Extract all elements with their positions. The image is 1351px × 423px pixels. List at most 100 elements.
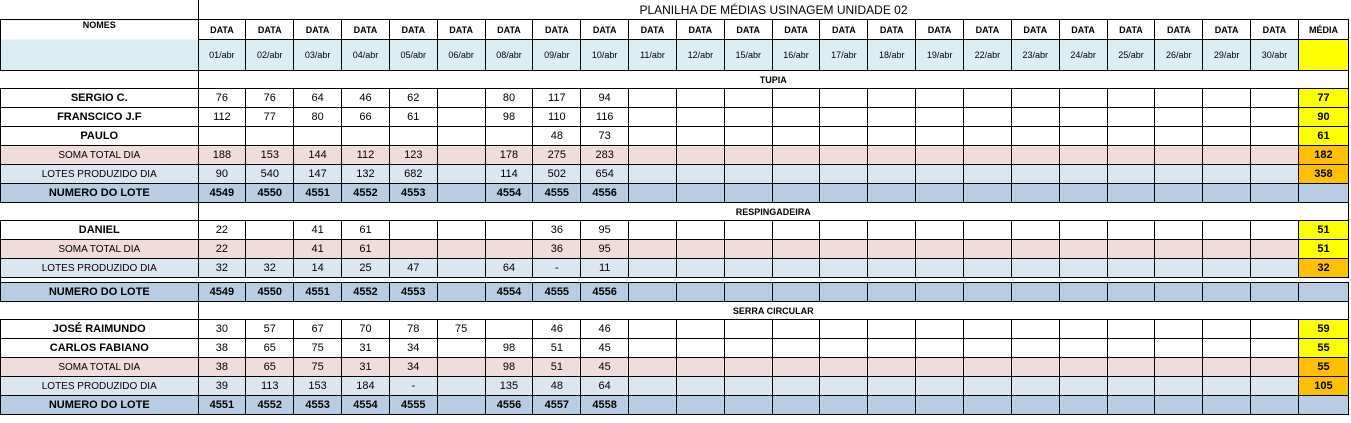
value-cell[interactable] bbox=[1106, 126, 1156, 146]
value-cell[interactable]: 95 bbox=[580, 220, 630, 240]
value-cell[interactable] bbox=[819, 126, 869, 146]
value-cell[interactable]: 132 bbox=[341, 164, 390, 184]
value-cell[interactable] bbox=[867, 107, 917, 127]
column-header-data[interactable]: DATA bbox=[915, 19, 964, 40]
column-header-data[interactable]: DATA bbox=[963, 19, 1012, 40]
value-cell[interactable]: 34 bbox=[388, 357, 438, 377]
value-cell[interactable] bbox=[436, 395, 486, 415]
value-cell[interactable] bbox=[963, 164, 1012, 184]
value-cell[interactable]: 98 bbox=[484, 107, 534, 127]
value-cell[interactable] bbox=[963, 239, 1012, 259]
value-cell[interactable]: 57 bbox=[245, 319, 295, 339]
value-cell[interactable] bbox=[1058, 126, 1108, 146]
value-cell[interactable]: 31 bbox=[341, 357, 390, 377]
value-cell[interactable]: 4554 bbox=[341, 395, 390, 415]
value-cell[interactable]: 4555 bbox=[532, 282, 582, 302]
value-cell[interactable]: 540 bbox=[245, 164, 295, 184]
value-cell[interactable] bbox=[1250, 338, 1299, 358]
media-cell[interactable] bbox=[1297, 183, 1350, 203]
value-cell[interactable]: 65 bbox=[245, 338, 295, 358]
value-cell[interactable] bbox=[1010, 338, 1060, 358]
value-cell[interactable]: 4555 bbox=[532, 183, 582, 203]
value-cell[interactable]: 95 bbox=[580, 239, 630, 259]
value-cell[interactable]: - bbox=[532, 258, 582, 278]
value-cell[interactable]: 4553 bbox=[293, 395, 343, 415]
value-cell[interactable] bbox=[245, 239, 295, 259]
value-cell[interactable] bbox=[628, 319, 677, 339]
value-cell[interactable]: 135 bbox=[484, 376, 534, 396]
value-cell[interactable] bbox=[1106, 183, 1156, 203]
column-header-data[interactable]: DATA bbox=[675, 19, 725, 40]
value-cell[interactable] bbox=[915, 126, 964, 146]
value-cell[interactable] bbox=[915, 376, 964, 396]
value-cell[interactable] bbox=[867, 376, 917, 396]
value-cell[interactable] bbox=[867, 357, 917, 377]
value-cell[interactable]: 14 bbox=[293, 258, 343, 278]
media-header-fill[interactable] bbox=[1297, 39, 1350, 71]
value-cell[interactable] bbox=[1058, 258, 1108, 278]
column-header-data[interactable]: DATA bbox=[1202, 19, 1252, 40]
column-header-data[interactable]: DATA bbox=[580, 19, 630, 40]
value-cell[interactable] bbox=[963, 107, 1012, 127]
column-header-data[interactable]: DATA bbox=[1250, 19, 1299, 40]
column-header-data[interactable]: DATA bbox=[1058, 19, 1108, 40]
value-cell[interactable] bbox=[1202, 126, 1252, 146]
value-cell[interactable]: 25 bbox=[341, 258, 390, 278]
value-cell[interactable] bbox=[819, 164, 869, 184]
value-cell[interactable] bbox=[1058, 376, 1108, 396]
row-label-cell[interactable]: PAULO bbox=[0, 126, 199, 146]
column-header-data[interactable]: DATA bbox=[819, 19, 869, 40]
value-cell[interactable] bbox=[1250, 282, 1299, 302]
date-cell[interactable]: 30/abr bbox=[1250, 39, 1299, 71]
value-cell[interactable]: 110 bbox=[532, 107, 582, 127]
value-cell[interactable]: 682 bbox=[388, 164, 438, 184]
media-cell[interactable]: 51 bbox=[1297, 239, 1350, 259]
value-cell[interactable] bbox=[867, 88, 917, 108]
row-label-cell[interactable]: DANIEL bbox=[0, 220, 199, 240]
value-cell[interactable] bbox=[723, 107, 773, 127]
value-cell[interactable] bbox=[1202, 395, 1252, 415]
date-cell[interactable]: 15/abr bbox=[723, 39, 773, 71]
value-cell[interactable]: 4554 bbox=[484, 183, 534, 203]
value-cell[interactable] bbox=[771, 126, 821, 146]
value-cell[interactable] bbox=[723, 338, 773, 358]
value-cell[interactable] bbox=[1154, 258, 1204, 278]
value-cell[interactable] bbox=[436, 107, 486, 127]
column-header-data[interactable]: DATA bbox=[484, 19, 534, 40]
column-header-data[interactable]: DATA bbox=[293, 19, 343, 40]
value-cell[interactable] bbox=[771, 357, 821, 377]
value-cell[interactable] bbox=[484, 239, 534, 259]
date-cell[interactable]: 22/abr bbox=[963, 39, 1012, 71]
value-cell[interactable]: 4551 bbox=[197, 395, 247, 415]
column-header-data[interactable]: DATA bbox=[1010, 19, 1060, 40]
date-cell[interactable]: 03/abr bbox=[293, 39, 343, 71]
value-cell[interactable]: 46 bbox=[532, 319, 582, 339]
value-cell[interactable] bbox=[675, 126, 725, 146]
value-cell[interactable]: 38 bbox=[197, 357, 247, 377]
value-cell[interactable] bbox=[484, 319, 534, 339]
value-cell[interactable]: 46 bbox=[341, 88, 390, 108]
value-cell[interactable]: 70 bbox=[341, 319, 390, 339]
value-cell[interactable] bbox=[963, 183, 1012, 203]
column-header-data[interactable]: DATA bbox=[197, 19, 247, 40]
value-cell[interactable] bbox=[819, 376, 869, 396]
value-cell[interactable] bbox=[1154, 107, 1204, 127]
value-cell[interactable] bbox=[436, 258, 486, 278]
value-cell[interactable] bbox=[628, 164, 677, 184]
value-cell[interactable] bbox=[819, 88, 869, 108]
value-cell[interactable]: 51 bbox=[532, 357, 582, 377]
value-cell[interactable] bbox=[1106, 319, 1156, 339]
value-cell[interactable] bbox=[1202, 258, 1252, 278]
row-label-cell[interactable]: LOTES PRODUZIDO DIA bbox=[0, 258, 199, 278]
value-cell[interactable]: 61 bbox=[341, 239, 390, 259]
value-cell[interactable] bbox=[1250, 319, 1299, 339]
value-cell[interactable]: 32 bbox=[245, 258, 295, 278]
column-header-data[interactable]: DATA bbox=[1154, 19, 1204, 40]
row-label-cell[interactable]: NUMERO DO LOTE bbox=[0, 183, 199, 203]
value-cell[interactable] bbox=[1010, 164, 1060, 184]
media-cell[interactable]: 55 bbox=[1297, 357, 1350, 377]
media-cell[interactable]: 61 bbox=[1297, 126, 1350, 146]
value-cell[interactable] bbox=[1202, 319, 1252, 339]
value-cell[interactable] bbox=[819, 258, 869, 278]
value-cell[interactable]: 654 bbox=[580, 164, 630, 184]
